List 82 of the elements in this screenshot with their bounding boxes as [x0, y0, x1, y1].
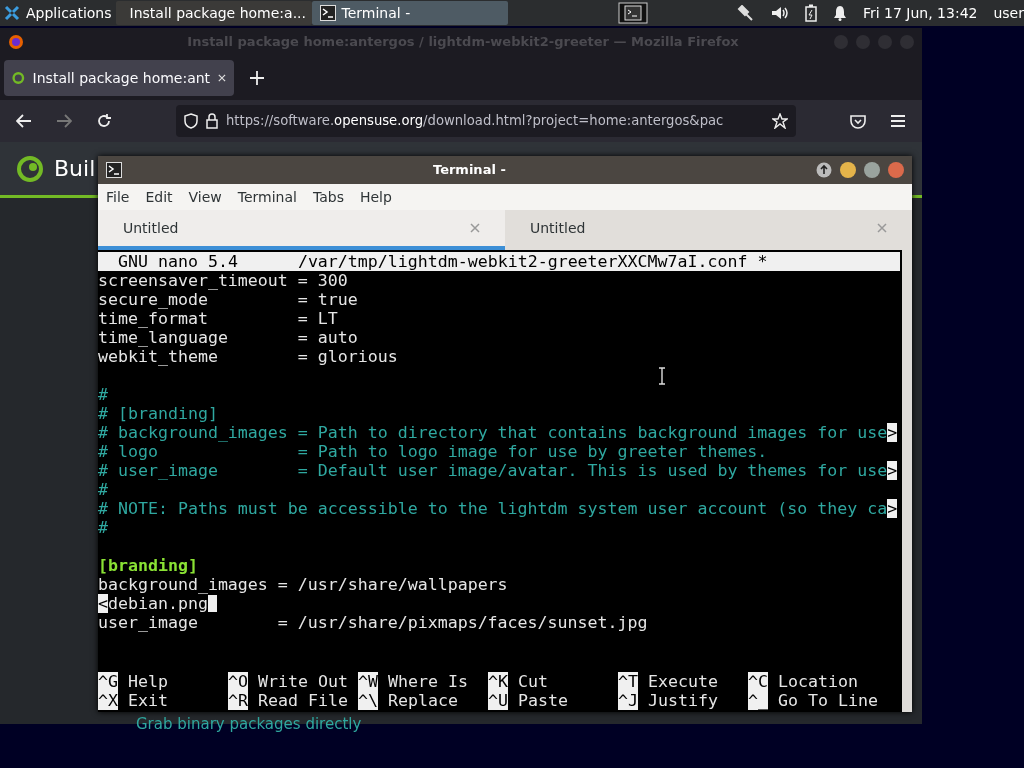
maximize-button[interactable] — [864, 162, 880, 178]
applications-menu-button[interactable]: Applications — [0, 1, 116, 25]
shortcut-key: ^R — [228, 691, 248, 710]
text-cursor-icon — [658, 367, 666, 385]
shortcut-label: Paste — [518, 691, 568, 710]
pocket-icon[interactable] — [850, 113, 866, 129]
forward-icon[interactable] — [56, 114, 72, 128]
shortcut-key: ^\ — [358, 691, 378, 710]
shortcut-label: Go To Line — [778, 691, 878, 710]
shortcut-label: Cut — [518, 672, 548, 691]
browser-icon — [8, 34, 24, 50]
shortcut-label: Exit — [128, 691, 168, 710]
scrollbar[interactable] — [902, 250, 912, 712]
code-line: screensaver_timeout = 300 — [98, 271, 348, 290]
shortcut-key: ^K — [488, 672, 508, 691]
shortcut-key: ^_ — [748, 691, 768, 710]
url-text: https://software.opensuse.org/download.html?project=home:antergos&pac — [226, 113, 724, 129]
code-line: [branding] — [98, 556, 198, 575]
overflow-marker: > — [887, 499, 898, 518]
shield-icon — [184, 113, 198, 129]
terminal-tab[interactable]: Untitled — [98, 210, 505, 250]
terminal-icon — [106, 162, 122, 178]
shortcut-label: Where Is — [388, 672, 468, 691]
code-line: # background_images = Path to directory that contains background images for use — [98, 423, 888, 442]
new-tab-icon[interactable] — [250, 71, 264, 85]
editor-header-bar: GNU nano 5.4 /var/tmp/lightdm-webkit2-greeterXXCMw7aI.conf * — [98, 252, 900, 271]
code-line: # — [98, 518, 108, 537]
code-line: user_image = /usr/share/pixmaps/faces/sunset.jpg — [98, 613, 648, 632]
page-text: Grab binary packages directly — [136, 715, 362, 733]
shortcut-key: ^T — [618, 672, 638, 691]
shortcut-key: ^J — [618, 691, 638, 710]
user-name[interactable]: user — [993, 2, 1024, 24]
code-line: # user_image = Default user image/avatar. This is used by themes for use — [98, 461, 888, 480]
close-button[interactable] — [888, 162, 904, 178]
shortcut-key: ^U — [488, 691, 508, 710]
code-line: debian.png — [108, 594, 208, 613]
reload-icon[interactable] — [96, 113, 112, 129]
bell-icon[interactable] — [832, 5, 847, 21]
shortcut-key: ^G — [98, 672, 118, 691]
code-line: time_language = auto — [98, 328, 358, 347]
lock-icon — [206, 113, 218, 129]
shortcut-label: Justify — [648, 691, 718, 710]
code-line: # [branding] — [98, 404, 218, 423]
star-icon[interactable] — [772, 113, 788, 129]
code-line: background_images = /usr/share/wallpapers — [98, 575, 508, 594]
minimize-button[interactable] — [840, 162, 856, 178]
site-logo-icon — [12, 70, 25, 86]
workspace-icon[interactable] — [617, 2, 648, 24]
battery-icon[interactable] — [804, 4, 817, 22]
shortcut-label: Read File — [258, 691, 348, 710]
terminal-tab[interactable]: Untitled — [505, 210, 912, 250]
window-title: Terminal - — [433, 161, 506, 180]
browser-tab[interactable]: Install package home:ant — [4, 60, 234, 96]
overflow-marker: > — [887, 423, 898, 442]
code-line: secure_mode = true — [98, 290, 358, 309]
code-line: # — [98, 480, 108, 499]
terminal-icon — [319, 5, 336, 21]
shortcut-label: Execute — [648, 672, 718, 691]
taskbar-button[interactable]: Install package home:a... — [115, 1, 312, 25]
shortcut-key: ^C — [748, 672, 768, 691]
taskbar-button[interactable]: Terminal - — [311, 1, 508, 25]
arrow-up-icon[interactable] — [816, 162, 832, 178]
code-line: # — [98, 385, 108, 404]
speaker-icon[interactable] — [770, 5, 789, 21]
code-line: # logo = Path to logo image for use by greeter themes. — [98, 442, 768, 461]
shortcut-key: ^X — [98, 691, 118, 710]
shortcut-key: ^W — [358, 672, 378, 691]
scroll-marker: < — [98, 594, 108, 613]
overflow-marker: > — [887, 461, 898, 480]
code-line: # NOTE: Paths must be accessible to the lightdm system user account (so they ca — [98, 499, 888, 518]
app-menu-icon — [4, 5, 20, 21]
code-line: webkit_theme = glorious — [98, 347, 398, 366]
menu-icon[interactable] — [890, 114, 906, 128]
shortcut-label: Location — [778, 672, 858, 691]
clock[interactable]: Fri 17 Jun, 13:42 — [862, 2, 978, 24]
shortcut-key: ^O — [228, 672, 248, 691]
code-line: time_format = LT — [98, 309, 338, 328]
back-icon[interactable] — [16, 114, 32, 128]
shortcut-label: Help — [128, 672, 168, 691]
shortcut-label: Replace — [388, 691, 458, 710]
address-bar[interactable]: https://software.opensuse.org/download.html?project=home:antergos&pac — [176, 105, 796, 137]
shortcut-label: Write Out — [258, 672, 348, 691]
